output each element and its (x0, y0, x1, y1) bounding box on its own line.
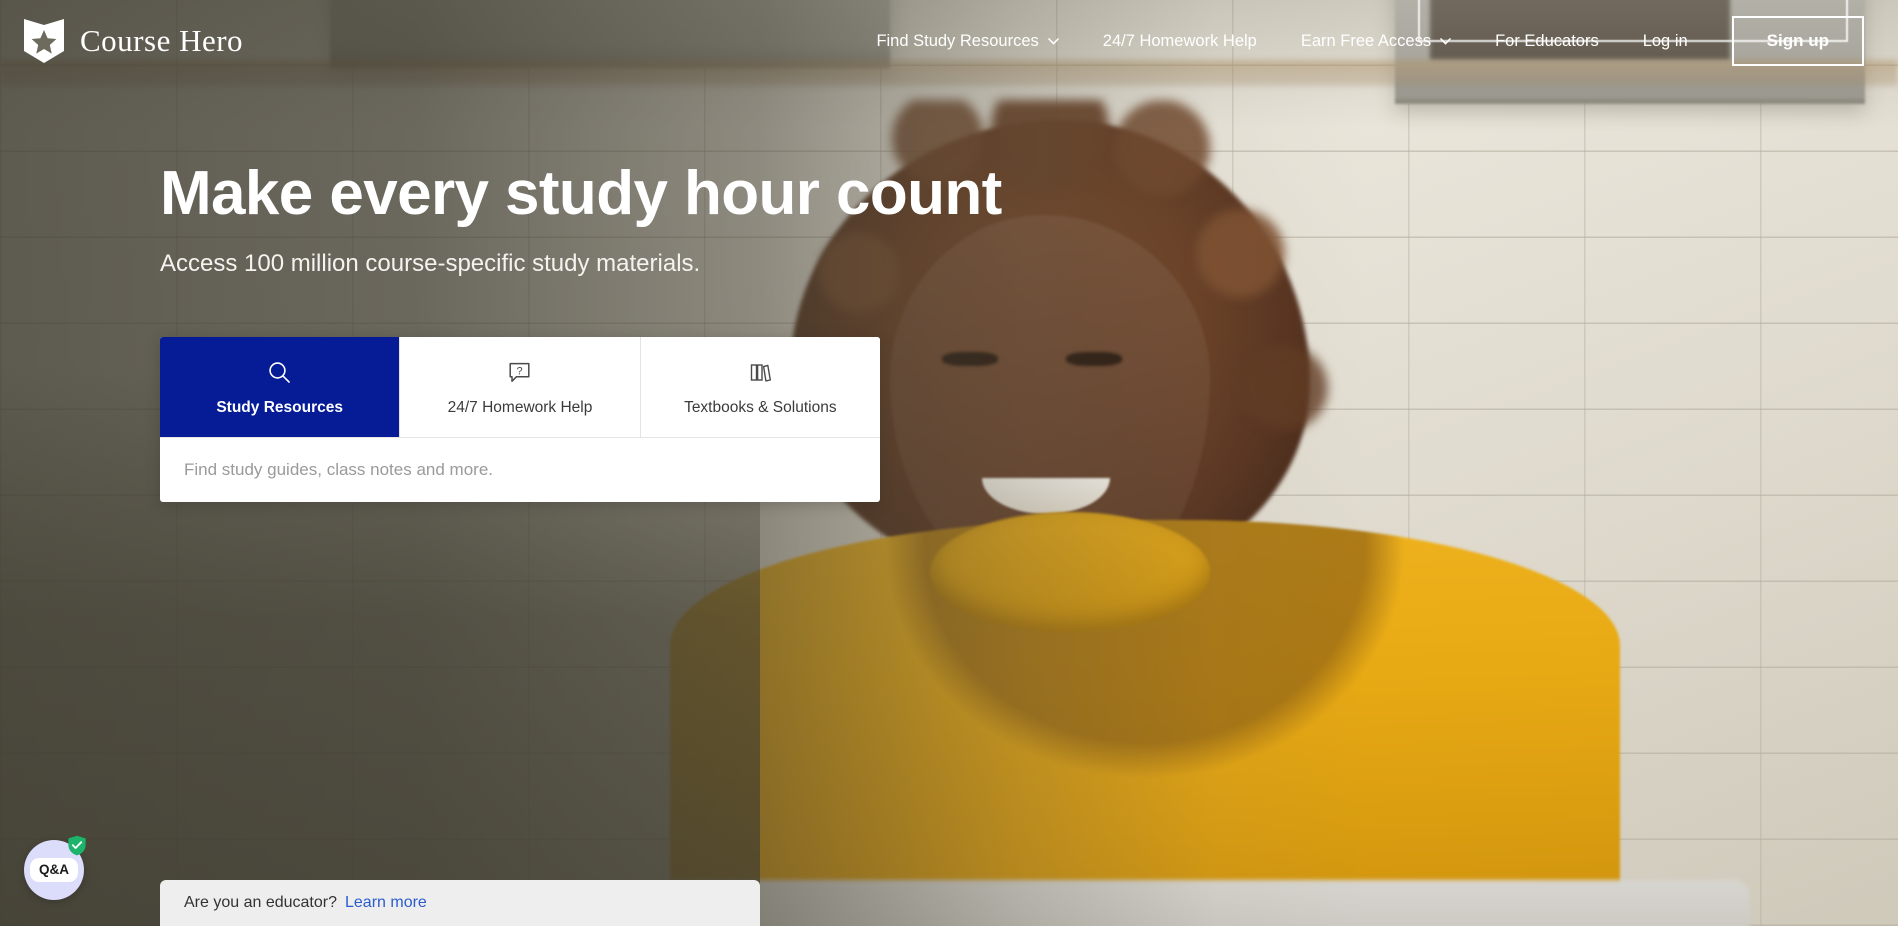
nav-links: Find Study Resources 24/7 Homework Help … (854, 16, 1864, 66)
tab-label: 24/7 Homework Help (447, 399, 593, 416)
nav-item-label: Find Study Resources (876, 31, 1039, 50)
shield-star-icon (24, 19, 64, 63)
hero-title: Make every study hour count (160, 159, 1002, 228)
course-hero-landing-page: Course Hero Find Study Resources 24/7 Ho… (0, 0, 1898, 926)
sign-up-button[interactable]: Sign up (1731, 16, 1864, 66)
brand-logo[interactable]: Course Hero (22, 17, 243, 65)
nav-item-earn-free-access[interactable]: Earn Free Access (1279, 22, 1473, 61)
nav-item-label: Earn Free Access (1300, 31, 1432, 50)
shield-check-icon (68, 835, 86, 856)
chevron-down-icon (1047, 37, 1059, 45)
tab-study-resources[interactable]: Study Resources (160, 337, 400, 437)
educator-banner-text: Are you an educator? (184, 894, 337, 911)
nav-item-label: 24/7 Homework Help (1102, 31, 1257, 50)
tab-homework-help[interactable]: ? 24/7 Homework Help (399, 337, 640, 437)
nav-item-homework-help[interactable]: 24/7 Homework Help (1081, 22, 1279, 61)
nav-item-label: Log in (1642, 31, 1688, 50)
chevron-down-icon (1440, 37, 1451, 45)
hero-subtitle: Access 100 million course-specific study… (160, 250, 701, 278)
nav-item-for-educators[interactable]: For Educators (1473, 22, 1621, 61)
tab-label: Study Resources (216, 399, 343, 416)
tab-label: Textbooks & Solutions (684, 399, 837, 416)
magnifier-icon (267, 359, 292, 385)
tab-textbooks-solutions[interactable]: Textbooks & Solutions (639, 337, 880, 437)
svg-text:?: ? (517, 365, 523, 377)
nav-item-label: For Educators (1495, 31, 1599, 50)
brand-name: Course Hero (80, 23, 244, 58)
hero-search-widget: Study Resources ? 24/7 Homework Help Tex… (160, 337, 880, 502)
question-chat-icon: ? (507, 359, 532, 385)
nav-item-find-study-resources[interactable]: Find Study Resources (854, 22, 1080, 61)
books-icon (748, 359, 773, 385)
search-input-row (160, 437, 880, 502)
top-navigation-bar: Course Hero Find Study Resources 24/7 Ho… (0, 0, 1898, 82)
educator-learn-more-link[interactable]: Learn more (345, 894, 427, 912)
search-tabs: Study Resources ? 24/7 Homework Help Tex… (160, 337, 880, 437)
hero-copy: Make every study hour count Access 100 m… (160, 159, 1002, 278)
search-input[interactable] (184, 460, 856, 480)
qa-bubble-label: Q&A (30, 858, 78, 882)
nav-item-log-in[interactable]: Log in (1621, 22, 1710, 61)
qa-floating-widget[interactable]: Q&A (24, 835, 86, 900)
educator-banner: Are you an educator? Learn more (160, 880, 760, 926)
